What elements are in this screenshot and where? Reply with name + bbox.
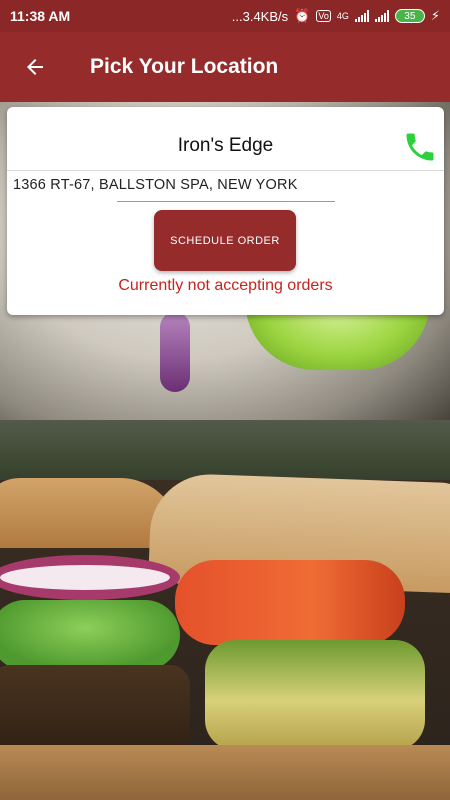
address-underline [117,201,335,202]
status-bar: 11:38 AM ...3.4KB/s ⏰ Vo 4G 35 ⚡ [0,0,450,32]
call-button[interactable] [402,129,438,165]
battery-icon: 35 [394,9,425,23]
location-card: Iron's Edge 1366 RT-67, BALLSTON SPA, NE… [7,107,444,315]
card-divider [7,170,444,171]
app-bar: Pick Your Location [0,32,450,102]
back-button[interactable] [0,32,70,102]
page-title: Pick Your Location [90,55,279,78]
volte-icon: Vo [316,10,331,22]
charging-icon: ⚡ [430,8,440,23]
arrow-left-icon [27,59,43,75]
location-address: 1366 RT-67, BALLSTON SPA, NEW YORK [13,177,298,193]
location-name: Iron's Edge [177,135,274,156]
order-status-message: Currently not accepting orders [118,277,333,294]
alarm-icon: ⏰ [294,8,311,23]
schedule-order-button[interactable]: SCHEDULE ORDER [154,210,296,271]
network-type: 4G [336,11,349,21]
network-speed: ...3.4KB/s [231,8,289,24]
signal-icon-2 [374,10,389,22]
phone-icon [406,133,434,161]
status-time: 11:38 AM [10,8,71,24]
signal-icon [354,10,369,22]
battery-level: 35 [404,10,416,22]
